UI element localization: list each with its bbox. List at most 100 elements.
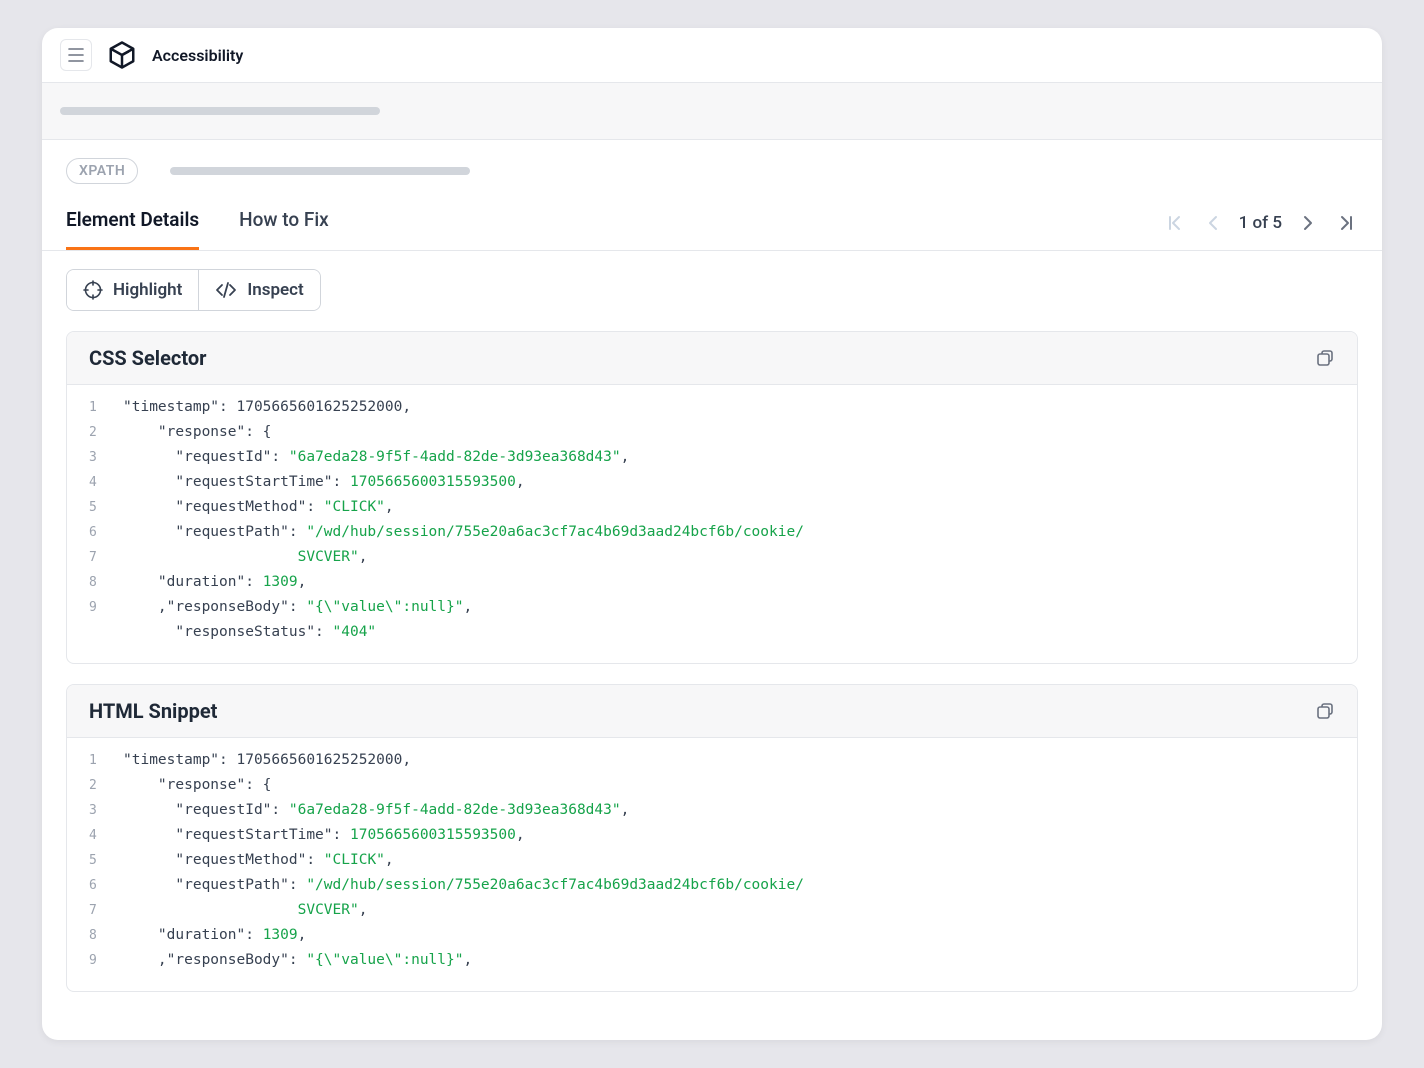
code-text: ,"responseBody": "{\"value\":null}", <box>123 948 472 973</box>
line-number: 3 <box>89 445 123 470</box>
code-text: "requestPath": "/wd/hub/session/755e20a6… <box>123 520 804 545</box>
subheader <box>42 83 1382 140</box>
line-number: 5 <box>89 495 123 520</box>
code-line: 8 "duration": 1309, <box>89 570 1335 595</box>
app-header: Accessibility <box>42 28 1382 83</box>
code-line: 6 "requestPath": "/wd/hub/session/755e20… <box>89 520 1335 545</box>
code-text: "requestStartTime": 1705665600315593500, <box>123 823 525 848</box>
code-text: "requestPath": "/wd/hub/session/755e20a6… <box>123 873 804 898</box>
code-line: 3 "requestId": "6a7eda28-9f5f-4add-82de-… <box>89 798 1335 823</box>
code-text: "requestMethod": "CLICK", <box>123 848 394 873</box>
pager-next-button[interactable] <box>1296 211 1320 235</box>
pager-prev-button[interactable] <box>1201 211 1225 235</box>
card-head: HTML Snippet <box>67 685 1357 738</box>
menu-icon <box>68 48 84 62</box>
line-number: 4 <box>89 470 123 495</box>
card-head: CSS Selector <box>67 332 1357 385</box>
line-number: 6 <box>89 520 123 545</box>
copy-button[interactable] <box>1315 701 1335 721</box>
line-number: 9 <box>89 595 123 620</box>
pager-last-button[interactable] <box>1334 211 1358 235</box>
code-line: 9 ,"responseBody": "{\"value\":null}", <box>89 595 1335 620</box>
code-line: 8 "duration": 1309, <box>89 923 1335 948</box>
code-text: "response": { <box>123 773 271 798</box>
app-title: Accessibility <box>152 46 243 65</box>
code-line: 3 "requestId": "6a7eda28-9f5f-4add-82de-… <box>89 445 1335 470</box>
copy-button[interactable] <box>1315 348 1335 368</box>
tab-element-details[interactable]: Element Details <box>66 196 199 250</box>
css-selector-card: CSS Selector 1"timestamp": 1705665601625… <box>66 331 1358 664</box>
copy-icon <box>1315 701 1335 721</box>
code-text: SVCVER", <box>123 545 367 570</box>
copy-icon <box>1315 348 1335 368</box>
inspect-label: Inspect <box>247 280 303 300</box>
line-number: 8 <box>89 570 123 595</box>
css-selector-code: 1"timestamp": 1705665601625252000,2 "res… <box>67 385 1357 663</box>
line-number: 2 <box>89 773 123 798</box>
highlight-label: Highlight <box>113 280 182 300</box>
content-area: Highlight Inspect CSS Selector 1"timesta… <box>42 251 1382 1010</box>
tabs-row: Element Details How to Fix 1 of 5 <box>42 196 1382 251</box>
tab-how-to-fix[interactable]: How to Fix <box>239 196 329 250</box>
line-number: 9 <box>89 948 123 973</box>
skeleton-line <box>170 167 470 175</box>
code-text: "duration": 1309, <box>123 923 306 948</box>
code-text: SVCVER", <box>123 898 367 923</box>
code-text: "response": { <box>123 420 271 445</box>
html-snippet-code: 1"timestamp": 1705665601625252000,2 "res… <box>67 738 1357 991</box>
line-number: 3 <box>89 798 123 823</box>
code-line: 1"timestamp": 1705665601625252000, <box>89 395 1335 420</box>
code-line: 2 "response": { <box>89 773 1335 798</box>
line-number: 1 <box>89 395 123 420</box>
code-line: 4 "requestStartTime": 170566560031559350… <box>89 823 1335 848</box>
line-number: 1 <box>89 748 123 773</box>
code-line: 1"timestamp": 1705665601625252000, <box>89 748 1335 773</box>
line-number: 6 <box>89 873 123 898</box>
html-snippet-card: HTML Snippet 1"timestamp": 1705665601625… <box>66 684 1358 992</box>
crosshair-icon <box>83 280 103 300</box>
code-text: "responseStatus": "404" <box>123 620 376 645</box>
code-line: 6 "requestPath": "/wd/hub/session/755e20… <box>89 873 1335 898</box>
code-line: 0 "responseStatus": "404" <box>89 620 1335 645</box>
tabs: Element Details How to Fix <box>66 196 329 250</box>
pager: 1 of 5 <box>1163 211 1358 235</box>
chevron-last-icon <box>1337 214 1355 232</box>
menu-button[interactable] <box>60 39 92 71</box>
pager-text: 1 of 5 <box>1239 213 1282 233</box>
code-text: "requestId": "6a7eda28-9f5f-4add-82de-3d… <box>123 798 629 823</box>
line-number: 8 <box>89 923 123 948</box>
code-line: 7 SVCVER", <box>89 545 1335 570</box>
code-text: "timestamp": 1705665601625252000, <box>123 748 411 773</box>
code-text: "requestStartTime": 1705665600315593500, <box>123 470 525 495</box>
chevron-left-icon <box>1205 215 1221 231</box>
code-line: 5 "requestMethod": "CLICK", <box>89 495 1335 520</box>
code-line: 2 "response": { <box>89 420 1335 445</box>
css-selector-title: CSS Selector <box>89 346 206 370</box>
code-text: "duration": 1309, <box>123 570 306 595</box>
toolbar: Highlight Inspect <box>66 269 321 311</box>
line-number: 4 <box>89 823 123 848</box>
xpath-row: XPATH <box>42 140 1382 196</box>
chevron-right-icon <box>1300 215 1316 231</box>
line-number: 7 <box>89 898 123 923</box>
code-text: "requestId": "6a7eda28-9f5f-4add-82de-3d… <box>123 445 629 470</box>
line-number: 2 <box>89 420 123 445</box>
skeleton-line <box>60 107 380 115</box>
pager-first-button[interactable] <box>1163 211 1187 235</box>
line-number: 5 <box>89 848 123 873</box>
highlight-button[interactable]: Highlight <box>67 270 198 310</box>
code-line: 9 ,"responseBody": "{\"value\":null}", <box>89 948 1335 973</box>
code-line: 7 SVCVER", <box>89 898 1335 923</box>
app-window: Accessibility XPATH Element Details How … <box>42 28 1382 1040</box>
xpath-badge: XPATH <box>66 158 138 184</box>
code-line: 4 "requestStartTime": 170566560031559350… <box>89 470 1335 495</box>
html-snippet-title: HTML Snippet <box>89 699 217 723</box>
code-text: "requestMethod": "CLICK", <box>123 495 394 520</box>
app-logo <box>106 39 138 71</box>
code-line: 5 "requestMethod": "CLICK", <box>89 848 1335 873</box>
code-icon <box>215 281 237 299</box>
code-text: "timestamp": 1705665601625252000, <box>123 395 411 420</box>
chevron-first-icon <box>1166 214 1184 232</box>
inspect-button[interactable]: Inspect <box>198 270 319 310</box>
logo-icon <box>107 40 137 70</box>
